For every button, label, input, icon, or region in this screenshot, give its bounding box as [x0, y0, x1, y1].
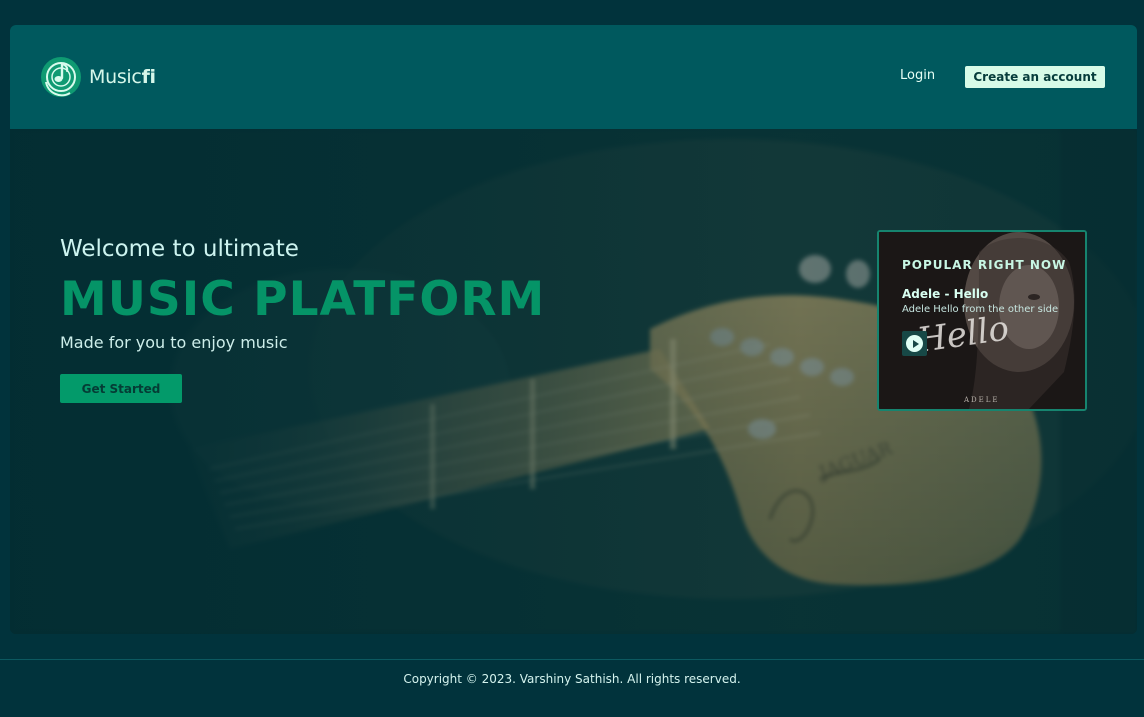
hero-copy: Welcome to ultimate MUSIC PLATFORM Made …	[60, 234, 545, 403]
footer-copyright: Copyright © 2023. Varshiny Sathish. All …	[403, 672, 741, 686]
app-frame: Musicfi Login Create an account Welcome …	[10, 25, 1137, 634]
hero-section: JAGUAR Welcome to ultimate MUSIC PLATFOR…	[10, 129, 1137, 634]
popular-title: POPULAR RIGHT NOW	[902, 258, 1067, 272]
navbar: Musicfi Login Create an account	[10, 25, 1137, 129]
play-icon	[906, 335, 923, 352]
login-link[interactable]: Login	[900, 68, 935, 83]
popular-song-subtitle: Adele Hello from the other side	[902, 304, 1059, 315]
brand-name: Musicfi	[89, 66, 156, 88]
hero-tagline: Made for you to enjoy music	[60, 333, 288, 352]
create-account-button[interactable]: Create an account	[965, 66, 1105, 88]
hero-headline: MUSIC PLATFORM	[60, 272, 546, 327]
brand[interactable]: Musicfi	[40, 55, 156, 99]
popular-card[interactable]: Hello POPULAR RIGHT NOW Adele - Hello Ad…	[877, 230, 1087, 411]
album-artist-mark: ADELE	[964, 396, 1000, 404]
get-started-button[interactable]: Get Started	[60, 374, 182, 403]
popular-song-title: Adele - Hello	[902, 287, 989, 301]
hero-welcome: Welcome to ultimate	[60, 236, 299, 262]
footer-divider	[0, 659, 1144, 660]
play-button[interactable]	[902, 331, 927, 356]
music-note-disc-icon	[41, 57, 81, 97]
